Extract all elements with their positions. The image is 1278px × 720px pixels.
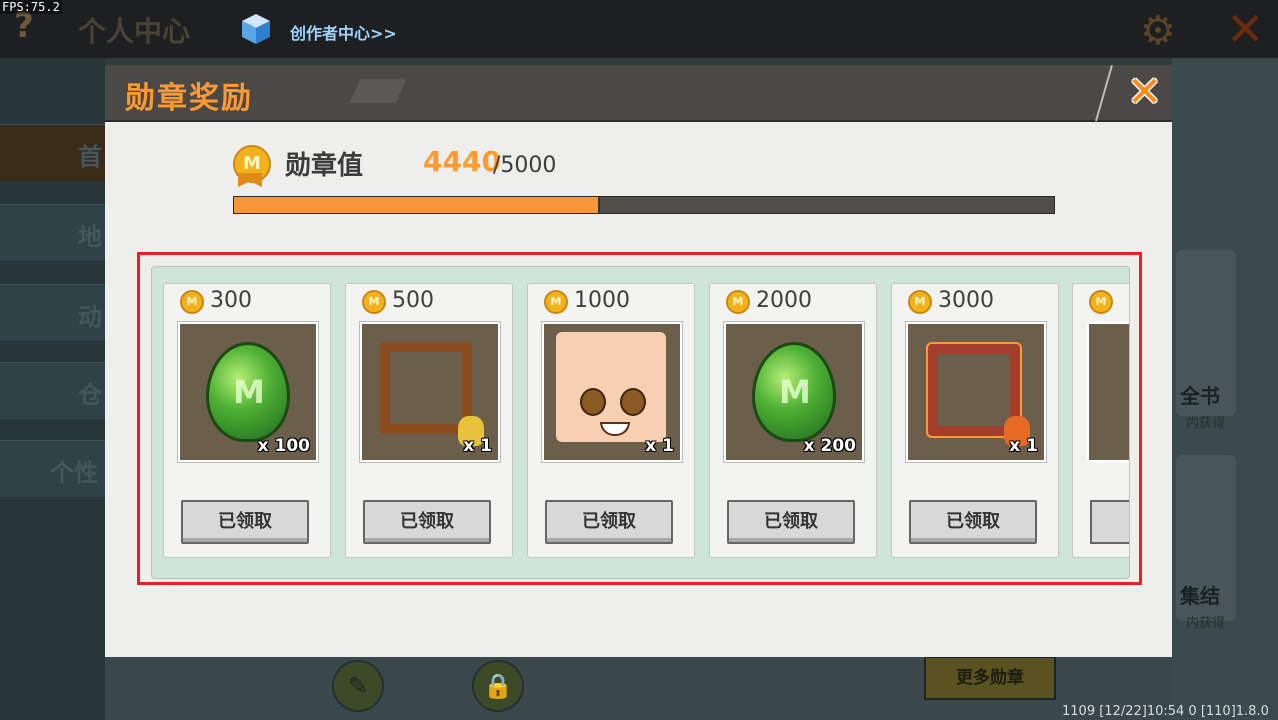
more-medals-button[interactable]: 更多勋章: [924, 656, 1056, 700]
reward-item-image[interactable]: x 1: [360, 322, 500, 462]
edit-icon[interactable]: ✎: [332, 660, 384, 712]
reward-quantity: x 1: [645, 436, 674, 456]
gear-icon[interactable]: ⚙: [1140, 8, 1176, 54]
bg-nav-label: 仓: [78, 381, 102, 409]
reward-card-partial[interactable]: [1072, 283, 1129, 558]
cube-icon: [242, 14, 270, 44]
reward-card: 2000 x 200 已领取: [709, 283, 877, 558]
bg-nav-label: 动: [78, 303, 102, 331]
dialog-header: 勋章奖励 ✕: [105, 65, 1172, 122]
bg-nav-item[interactable]: 仓: [0, 362, 105, 419]
reward-quantity: x 1: [463, 436, 492, 456]
medal-icon: [908, 290, 932, 314]
page-title: 个人中心: [78, 15, 191, 48]
bg-nav-item[interactable]: 动: [0, 284, 105, 341]
reward-quantity: x 200: [803, 436, 856, 456]
medal-max-value: /5000: [493, 153, 557, 178]
bg-side-label: 集结: [1180, 584, 1220, 608]
close-icon[interactable]: ✕: [1226, 2, 1265, 56]
reward-card: 500 x 1 已领取: [345, 283, 513, 558]
bg-nav-item[interactable]: 地: [0, 204, 105, 261]
claimed-button[interactable]: 已领取: [363, 500, 491, 544]
reward-cost: 300: [210, 288, 252, 313]
wood-frame-icon: [380, 342, 472, 434]
claimed-button[interactable]: 已领取: [727, 500, 855, 544]
medal-icon: [726, 290, 750, 314]
eye-icon: [580, 388, 606, 416]
rewards-panel[interactable]: 300 x 100 已领取 500 x 1 已领取 1000: [151, 266, 1130, 579]
header-decoration: [349, 79, 407, 103]
medal-progress-bar: [233, 196, 1055, 214]
claimed-button[interactable]: [1090, 500, 1129, 544]
top-bar: ? 个人中心 创作者中心>> ⚙ ✕: [0, 0, 1278, 58]
reward-item-image[interactable]: x 1: [542, 322, 682, 462]
eye-icon: [620, 388, 646, 416]
medal-icon: [544, 290, 568, 314]
claimed-button[interactable]: 已领取: [909, 500, 1037, 544]
medal-icon: [180, 290, 204, 314]
version-text: 1109 [12/22]10:54 0 [110]1.8.0: [1062, 704, 1269, 719]
medal-icon: [1089, 290, 1113, 314]
medal-icon: [362, 290, 386, 314]
background-sidebar: 首 地 动 仓 个性: [0, 58, 105, 720]
bg-nav-label: 首: [78, 143, 102, 171]
reward-cost: 1000: [574, 288, 630, 313]
claimed-button[interactable]: 已领取: [545, 500, 673, 544]
divider: [1095, 65, 1113, 122]
reward-card: 3000 x 1 已领取: [891, 283, 1059, 558]
medal-reward-dialog: 勋章奖励 ✕ 勋章值 4440 /5000 300 x 100 已领取 500: [105, 65, 1172, 657]
reward-cost: 2000: [756, 288, 812, 313]
close-icon[interactable]: ✕: [1127, 67, 1162, 116]
medal-current-value: 4440: [423, 145, 501, 178]
reward-cost: 500: [392, 288, 434, 313]
creator-center-link[interactable]: 创作者中心>>: [290, 20, 397, 44]
egg-icon: [752, 342, 836, 442]
mouth-icon: [600, 422, 630, 436]
reward-item-image[interactable]: x 200: [724, 322, 864, 462]
bg-side-sub: 内获得: [1186, 416, 1226, 431]
lock-icon[interactable]: 🔒: [472, 660, 524, 712]
dialog-close-button[interactable]: ✕: [1091, 65, 1172, 122]
medal-progress-fill: [234, 197, 601, 213]
reward-quantity: x 100: [257, 436, 310, 456]
medal-ribbon-icon: [238, 173, 262, 187]
bg-nav-label: 个性: [50, 459, 98, 487]
dialog-title: 勋章奖励: [125, 81, 253, 116]
bg-nav-label: 地: [78, 223, 102, 251]
reward-cost: 3000: [938, 288, 994, 313]
reward-quantity: x 1: [1009, 436, 1038, 456]
bg-nav-item[interactable]: 首: [0, 124, 105, 181]
reward-card: 1000 x 1 已领取: [527, 283, 695, 558]
medal-value-label: 勋章值: [285, 151, 364, 181]
claimed-button[interactable]: 已领取: [181, 500, 309, 544]
bg-nav-item[interactable]: 个性: [0, 440, 105, 497]
face-avatar-icon: [556, 332, 666, 442]
reward-item-image[interactable]: x 1: [906, 322, 1046, 462]
bg-side-sub: 内获得: [1186, 616, 1226, 631]
reward-card: 300 x 100 已领取: [163, 283, 331, 558]
bg-side-label: 全书: [1180, 384, 1220, 408]
egg-icon: [206, 342, 290, 442]
reward-item-image[interactable]: x 100: [178, 322, 318, 462]
fps-counter: FPS:75.2: [0, 0, 62, 14]
reward-item-image: [1087, 322, 1129, 462]
